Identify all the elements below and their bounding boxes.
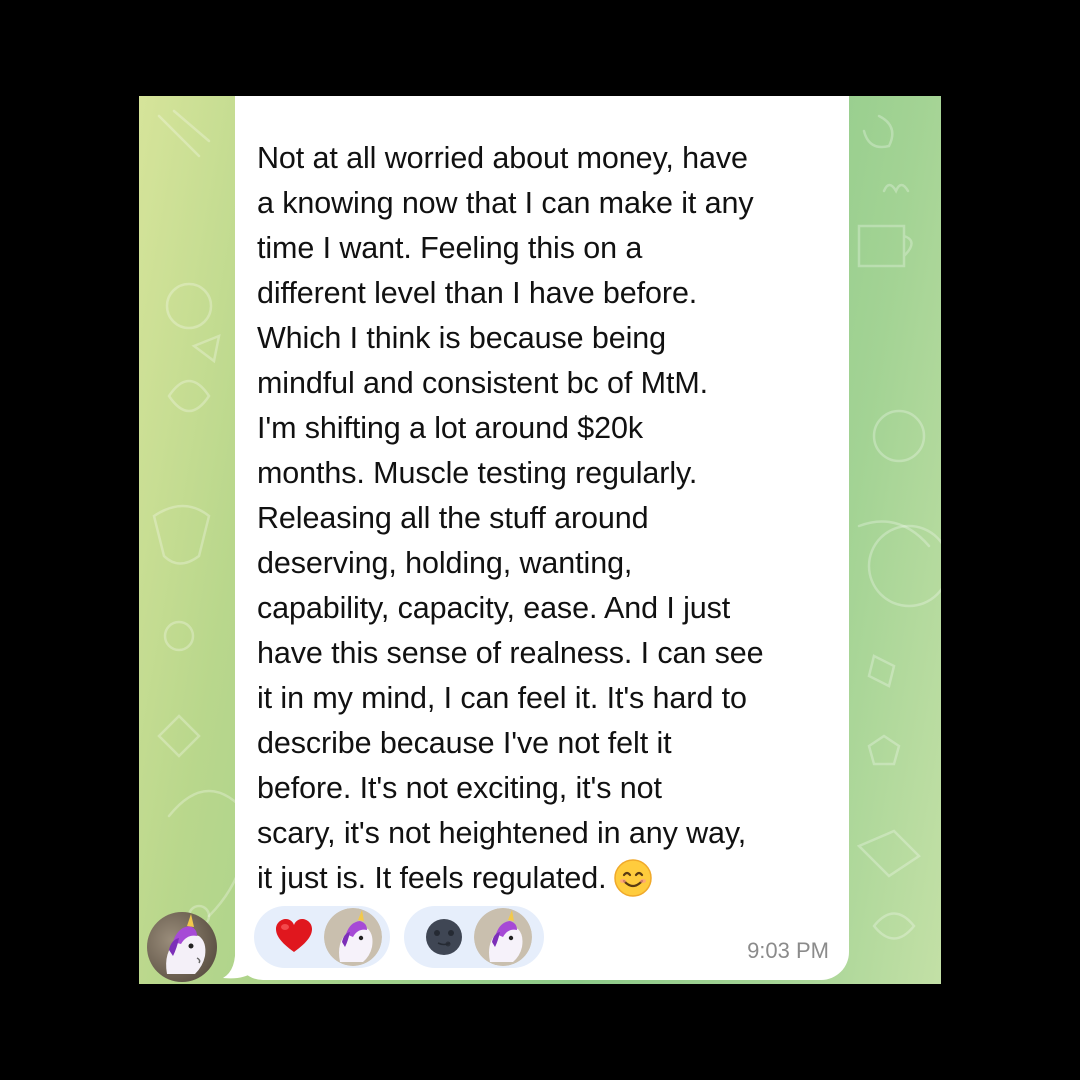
unicorn-avatar-icon — [324, 908, 382, 966]
message-body: Not at all worried about money, have a k… — [257, 141, 764, 895]
message-text: Not at all worried about money, have a k… — [257, 136, 837, 901]
reaction-heart[interactable] — [254, 906, 390, 968]
message-timestamp: 9:03 PM — [747, 938, 829, 963]
bubble-tail — [223, 944, 253, 979]
red-heart-icon — [276, 919, 312, 952]
smiling-face-icon — [613, 858, 653, 898]
new-moon-face-icon — [426, 919, 462, 955]
reaction-moon[interactable] — [404, 906, 544, 968]
sender-avatar[interactable] — [147, 912, 217, 982]
reactor-avatar — [324, 908, 382, 966]
reactor-avatar — [474, 908, 532, 966]
unicorn-avatar-icon — [166, 914, 206, 974]
chat-window: Not at all worried about money, have a k… — [139, 96, 941, 984]
unicorn-avatar-icon — [474, 908, 532, 966]
